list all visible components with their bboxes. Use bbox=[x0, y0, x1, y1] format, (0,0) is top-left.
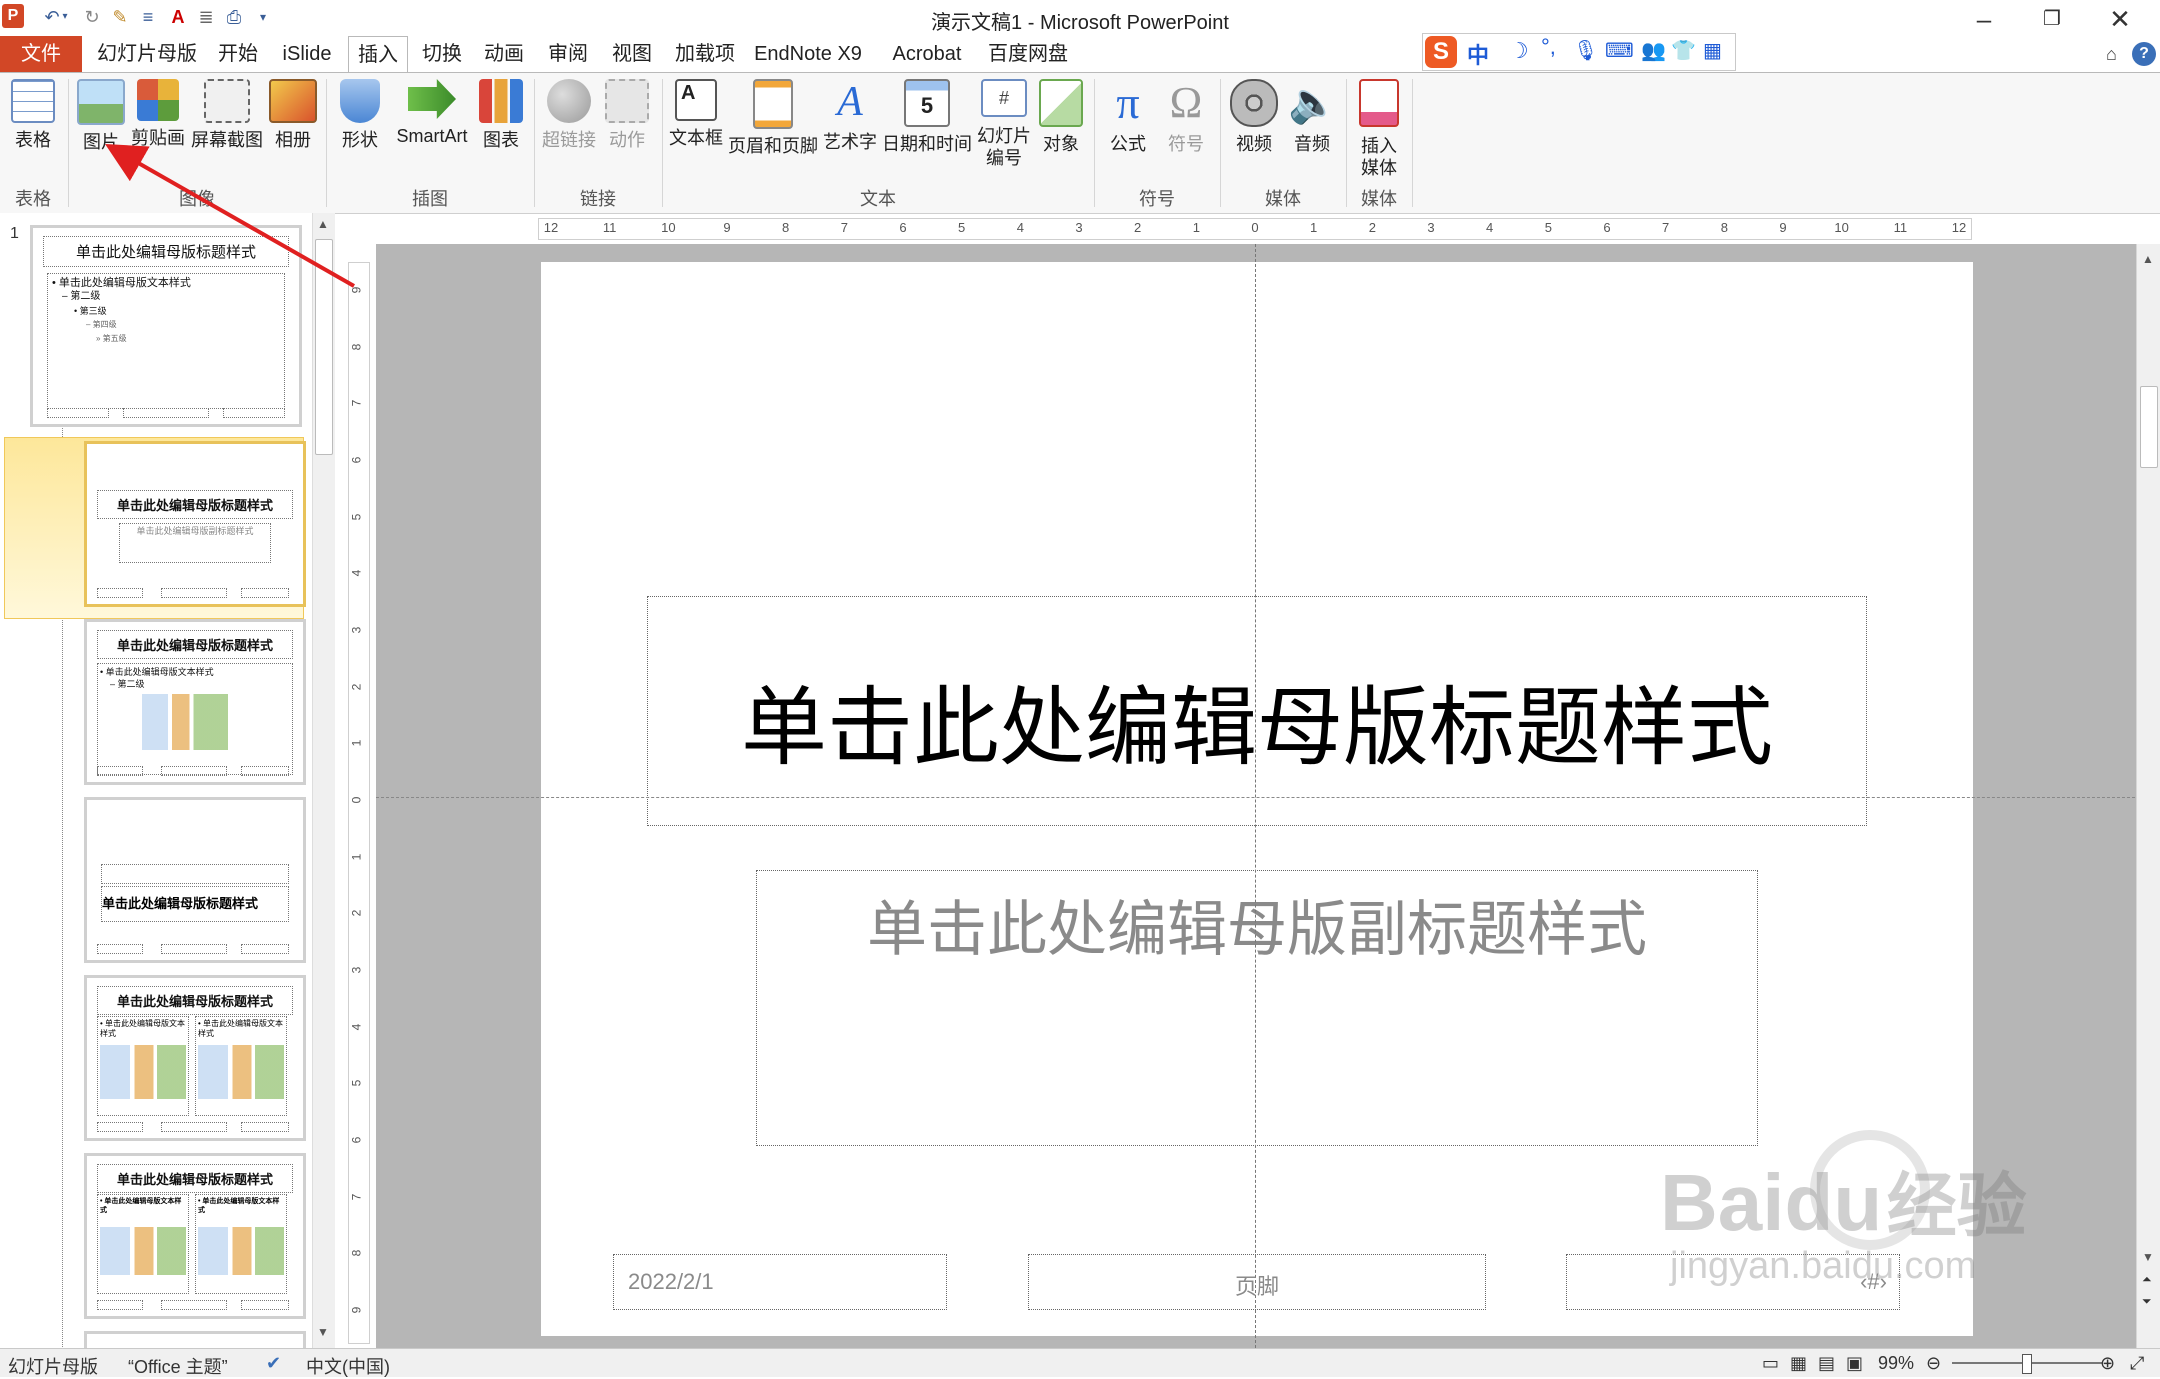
baidu-watermark: Baidu 经验 jingyan.baidu.com bbox=[1660, 1130, 2027, 1288]
status-language[interactable]: 中文(中国) bbox=[306, 1353, 390, 1379]
paw-icon bbox=[1810, 1130, 1930, 1250]
status-theme[interactable]: “Office 主题” bbox=[128, 1353, 228, 1379]
slide-sorter-icon[interactable]: ▦ bbox=[1790, 1353, 1807, 1374]
watermark-url: jingyan.baidu.com bbox=[1670, 1245, 1977, 1287]
status-view[interactable]: 幻灯片母版 bbox=[8, 1353, 98, 1379]
zoom-slider-thumb[interactable] bbox=[2022, 1354, 2033, 1374]
zoom-level[interactable]: 99% bbox=[1878, 1353, 1914, 1374]
fit-to-window-icon[interactable]: ⤢ bbox=[2130, 1353, 2144, 1374]
status-bar: 幻灯片母版 “Office 主题” ✔ 中文(中国) ▭ ▦ ▤ ▣ 99% ⊖… bbox=[0, 1348, 2160, 1377]
zoom-in-icon[interactable]: ⊕ bbox=[2100, 1353, 2115, 1374]
spellcheck-icon[interactable]: ✔ bbox=[266, 1353, 281, 1374]
zoom-out-icon[interactable]: ⊖ bbox=[1926, 1353, 1941, 1374]
normal-view-icon[interactable]: ▭ bbox=[1762, 1353, 1779, 1374]
slideshow-icon[interactable]: ▣ bbox=[1846, 1353, 1863, 1374]
reading-view-icon[interactable]: ▤ bbox=[1818, 1353, 1835, 1374]
